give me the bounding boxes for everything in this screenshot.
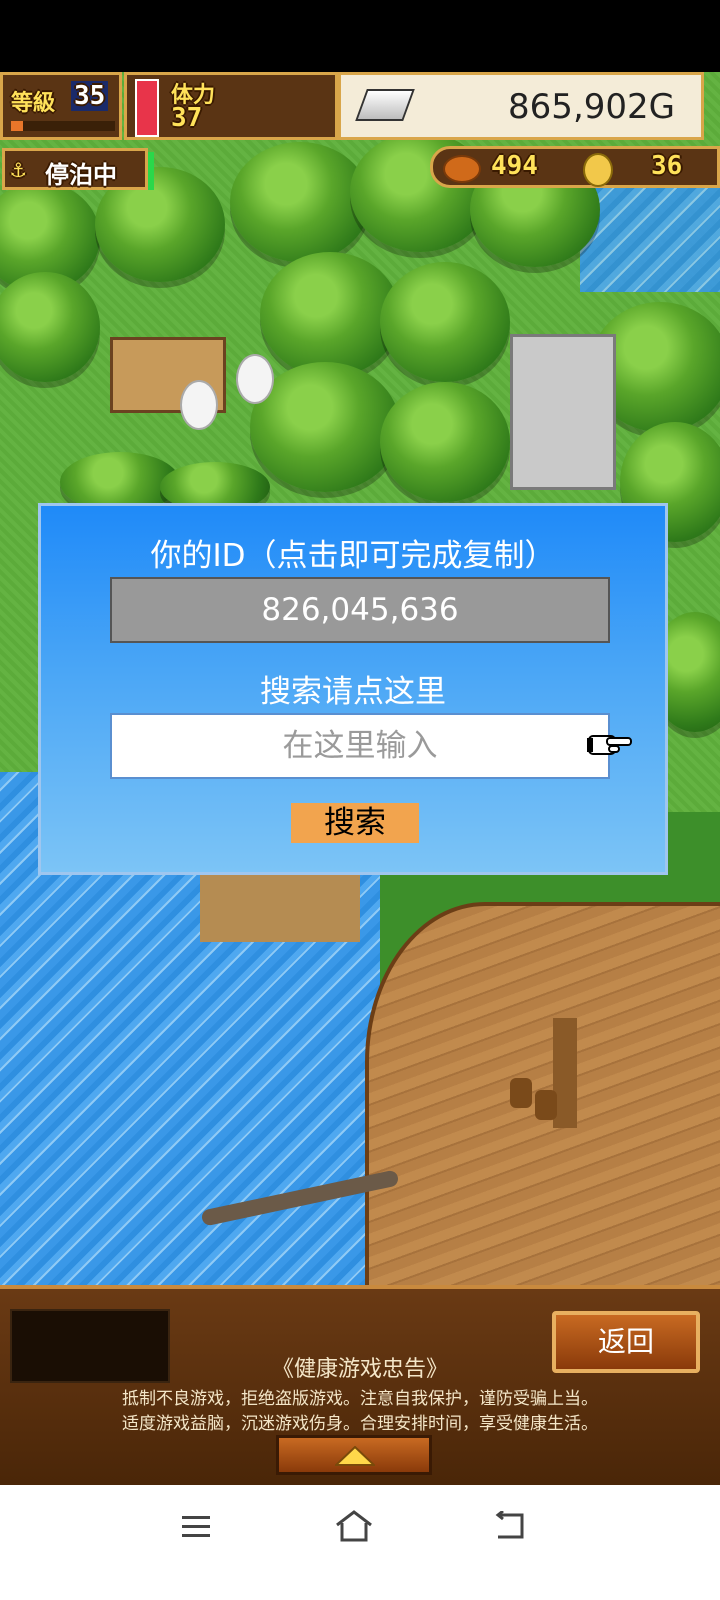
tree	[230, 142, 370, 262]
food-count: 494	[491, 151, 538, 181]
back-icon[interactable]	[494, 1509, 528, 1545]
bottom-panel: 返回 《健康游戏忠告》 抵制不良游戏，拒绝盗版游戏。注意自我保护，谨防受骗上当。…	[0, 1285, 720, 1485]
expand-button[interactable]	[276, 1435, 432, 1475]
exp-bar	[11, 121, 115, 131]
stamina-value: 37	[171, 103, 203, 133]
player-id-copy-box[interactable]: 826,045,636	[110, 577, 610, 643]
resource-panel: 494 36	[430, 146, 720, 188]
search-title: 搜索请点这里	[260, 674, 446, 710]
up-arrow-icon	[335, 1446, 375, 1466]
barrel	[535, 1090, 557, 1120]
money-panel: 865,902G	[338, 72, 704, 140]
system-nav-bar	[0, 1485, 720, 1600]
health-notice-title: 《健康游戏忠告》	[271, 1357, 448, 1382]
port-status-badge: ⚓ 停泊中	[2, 148, 148, 190]
stamina-panel: 体力 37	[124, 72, 338, 140]
tree	[260, 252, 400, 377]
tree	[380, 262, 510, 382]
stamina-gauge	[135, 79, 159, 137]
home-icon[interactable]	[334, 1509, 374, 1547]
search-button[interactable]: 搜索	[291, 803, 419, 843]
water-area-top	[580, 172, 720, 292]
egg	[180, 380, 218, 430]
status-bar	[0, 0, 720, 72]
menu-icon[interactable]	[180, 1513, 212, 1545]
egg	[236, 354, 274, 404]
health-notice-line2: 适度游戏益脑，沉迷游戏伤身。合理安排时间，享受健康生活。	[122, 1414, 598, 1434]
id-title: 你的ID（点击即可完成复制）	[150, 538, 556, 574]
port-status-label: 停泊中	[45, 161, 117, 189]
barrel	[510, 1078, 532, 1108]
silver-bar-icon	[355, 89, 415, 121]
medal-icon	[583, 153, 613, 187]
status-indicator	[148, 152, 154, 190]
castle[interactable]	[510, 334, 616, 490]
medal-count: 36	[651, 151, 683, 181]
money-value: 865,902G	[508, 87, 675, 127]
level-panel: 等級 35	[0, 72, 122, 140]
cliff	[200, 872, 360, 942]
exp-bar-fill	[11, 121, 24, 131]
food-icon	[443, 155, 481, 183]
pointing-hand-icon	[587, 726, 633, 762]
id-search-dialog: 你的ID（点击即可完成复制） 826,045,636 搜索请点这里 搜索	[38, 503, 668, 875]
anchor-icon: ⚓	[11, 155, 26, 183]
search-input[interactable]	[110, 713, 610, 779]
level-label: 等級	[11, 91, 56, 116]
tree	[380, 382, 510, 502]
health-notice-line1: 抵制不良游戏，拒绝盗版游戏。注意自我保护，谨防受骗上当。	[122, 1389, 598, 1409]
level-value: 35	[71, 81, 109, 111]
